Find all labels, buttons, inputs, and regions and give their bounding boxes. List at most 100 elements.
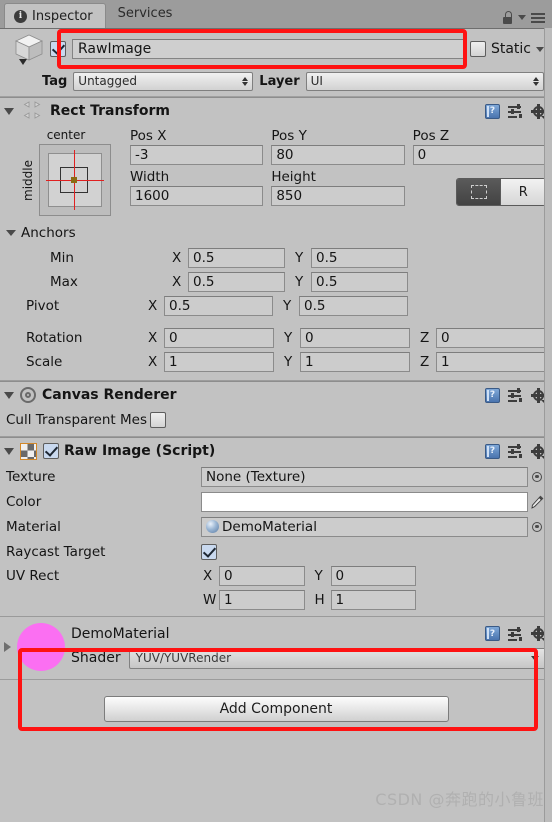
anchors-foldout[interactable]: Anchors (0, 222, 552, 244)
axis-label-x: X (148, 298, 158, 314)
width-input[interactable]: 1600 (130, 186, 264, 206)
foldout-arrow-icon[interactable] (6, 230, 16, 236)
cull-transparent-mesh-checkbox[interactable] (149, 412, 166, 428)
material-title-row: DemoMaterial ? (71, 625, 547, 642)
pivot-y-input[interactable]: 0.5 (299, 296, 408, 316)
size-row: Width 1600 Height 850 R (130, 169, 546, 206)
material-label: Material (6, 518, 61, 535)
axis-label-z: Z (420, 330, 430, 346)
pivot-x-value: 0.5 (169, 298, 191, 314)
anchors-label: Anchors (21, 225, 76, 241)
raw-edit-mode-button[interactable]: R (500, 179, 545, 205)
table-row: Rotation X 0 Y 0 Z 0 (6, 326, 546, 350)
anchor-preset-top-label: center (46, 128, 86, 142)
layer-dropdown[interactable]: UI (305, 71, 544, 91)
help-book-icon[interactable]: ? (485, 443, 500, 459)
preset-sliders-icon[interactable] (508, 626, 523, 641)
scale-x-input[interactable]: 1 (164, 352, 274, 372)
preset-sliders-icon[interactable] (508, 104, 523, 118)
rect-transform-body: center middle Pos X -3 Pos Y 80 Pos Z 0 … (0, 124, 552, 222)
texture-row: Texture None (Texture) (0, 464, 552, 489)
uv-h-axis-label: H (314, 592, 325, 608)
chevron-down-icon[interactable] (518, 15, 526, 20)
uv-y-input[interactable]: 0 (330, 566, 416, 586)
canvas-renderer-header[interactable]: Canvas Renderer ? (0, 382, 552, 408)
tag-dropdown[interactable]: Untagged (73, 71, 254, 91)
rotation-z-value: 0 (441, 330, 450, 346)
layer-label: Layer (259, 73, 300, 89)
rotation-x-input[interactable]: 0 (164, 328, 274, 348)
static-label: Static (490, 41, 531, 57)
add-component-area: Add Component (0, 680, 552, 722)
canvas-renderer-title: Canvas Renderer (42, 387, 177, 403)
rect-row-label: Pivot (26, 298, 60, 314)
uv-w-axis-label: W (203, 592, 217, 608)
color-swatch[interactable] (201, 491, 528, 512)
foldout-arrow-icon[interactable] (4, 107, 14, 115)
add-component-button[interactable]: Add Component (103, 696, 449, 722)
uv-h-value: 1 (335, 592, 345, 608)
anchor-preset-diagram[interactable] (39, 144, 111, 216)
foldout-arrow-icon[interactable] (4, 447, 14, 455)
material-object-field[interactable]: DemoMaterial (201, 516, 528, 537)
scroll-gutter[interactable] (544, 28, 552, 822)
axis-label-y: Y (295, 250, 304, 266)
raw-image-enabled-checkbox[interactable] (43, 443, 59, 459)
raycast-target-checkbox[interactable] (201, 543, 217, 560)
raw-image-title: Raw Image (Script) (64, 443, 216, 459)
height-input[interactable]: 850 (271, 186, 405, 206)
pos-y-input[interactable]: 80 (271, 145, 405, 165)
raw-image-header[interactable]: Raw Image (Script) ? (0, 438, 552, 464)
foldout-arrow-icon[interactable] (4, 642, 11, 652)
min-y-input[interactable]: 0.5 (311, 248, 408, 268)
shader-dropdown[interactable]: YUV/YUVRender (128, 647, 546, 669)
uv-y-axis-label: Y (314, 568, 323, 584)
pos-z-input[interactable]: 0 (412, 145, 546, 165)
texture-object-field[interactable]: None (Texture) (201, 466, 528, 487)
blueprint-raw-toggle-group[interactable]: R (455, 178, 546, 206)
layer-value: UI (310, 74, 323, 88)
axis-label-y: Y (283, 298, 292, 314)
max-x-input[interactable]: 0.5 (188, 272, 285, 292)
rect-transform-header[interactable]: Rect Transform ? (0, 98, 552, 124)
preset-sliders-icon[interactable] (508, 388, 523, 402)
material-sphere-icon (206, 520, 219, 533)
help-book-icon[interactable]: ? (485, 626, 500, 641)
foldout-arrow-icon[interactable] (4, 391, 14, 399)
rotation-y-input[interactable]: 0 (300, 328, 410, 348)
static-dropdown-icon[interactable] (536, 46, 544, 52)
lock-icon[interactable] (502, 11, 513, 24)
uv-w-input[interactable]: 1 (219, 590, 305, 610)
max-y-input[interactable]: 0.5 (311, 272, 408, 292)
pos-x-input[interactable]: -3 (130, 145, 264, 165)
object-enabled-checkbox[interactable] (50, 41, 66, 57)
pos-z-value: 0 (417, 147, 427, 163)
component-raw-image: Raw Image (Script) ? Texture None (Textu… (0, 437, 552, 680)
help-book-icon[interactable]: ? (485, 103, 500, 119)
rect-row-label: Scale (26, 354, 63, 370)
axis-label-x: X (172, 274, 182, 290)
scale-y-input[interactable]: 1 (300, 352, 410, 372)
height-label: Height (271, 169, 316, 185)
object-name-field[interactable]: RawImage (72, 39, 464, 59)
tab-services[interactable]: Services (109, 1, 185, 28)
min-x-value: 0.5 (193, 250, 215, 266)
min-x-input[interactable]: 0.5 (188, 248, 285, 268)
hamburger-menu-icon[interactable] (531, 12, 545, 23)
anchor-preset-widget[interactable]: center middle (6, 128, 126, 216)
uv-x-input[interactable]: 0 (219, 566, 305, 586)
scale-z-input[interactable]: 1 (436, 352, 546, 372)
blueprint-mode-icon[interactable] (456, 179, 501, 205)
component-rect-transform: Rect Transform ? center middle Pos X -3 … (0, 97, 552, 381)
pivot-x-input[interactable]: 0.5 (164, 296, 273, 316)
unity-inspector-window: i Inspector Services RawImage Static Tag… (0, 0, 552, 822)
static-checkbox[interactable] (469, 41, 486, 57)
uv-h-input[interactable]: 1 (330, 590, 416, 610)
axis-label-y: Y (284, 354, 293, 370)
help-book-icon[interactable]: ? (485, 387, 500, 403)
preset-sliders-icon[interactable] (508, 444, 523, 458)
rotation-z-input[interactable]: 0 (436, 328, 546, 348)
tab-inspector[interactable]: i Inspector (4, 3, 106, 28)
tag-layer-row: Tag Untagged Layer UI (0, 69, 552, 97)
material-name: DemoMaterial (71, 625, 170, 642)
